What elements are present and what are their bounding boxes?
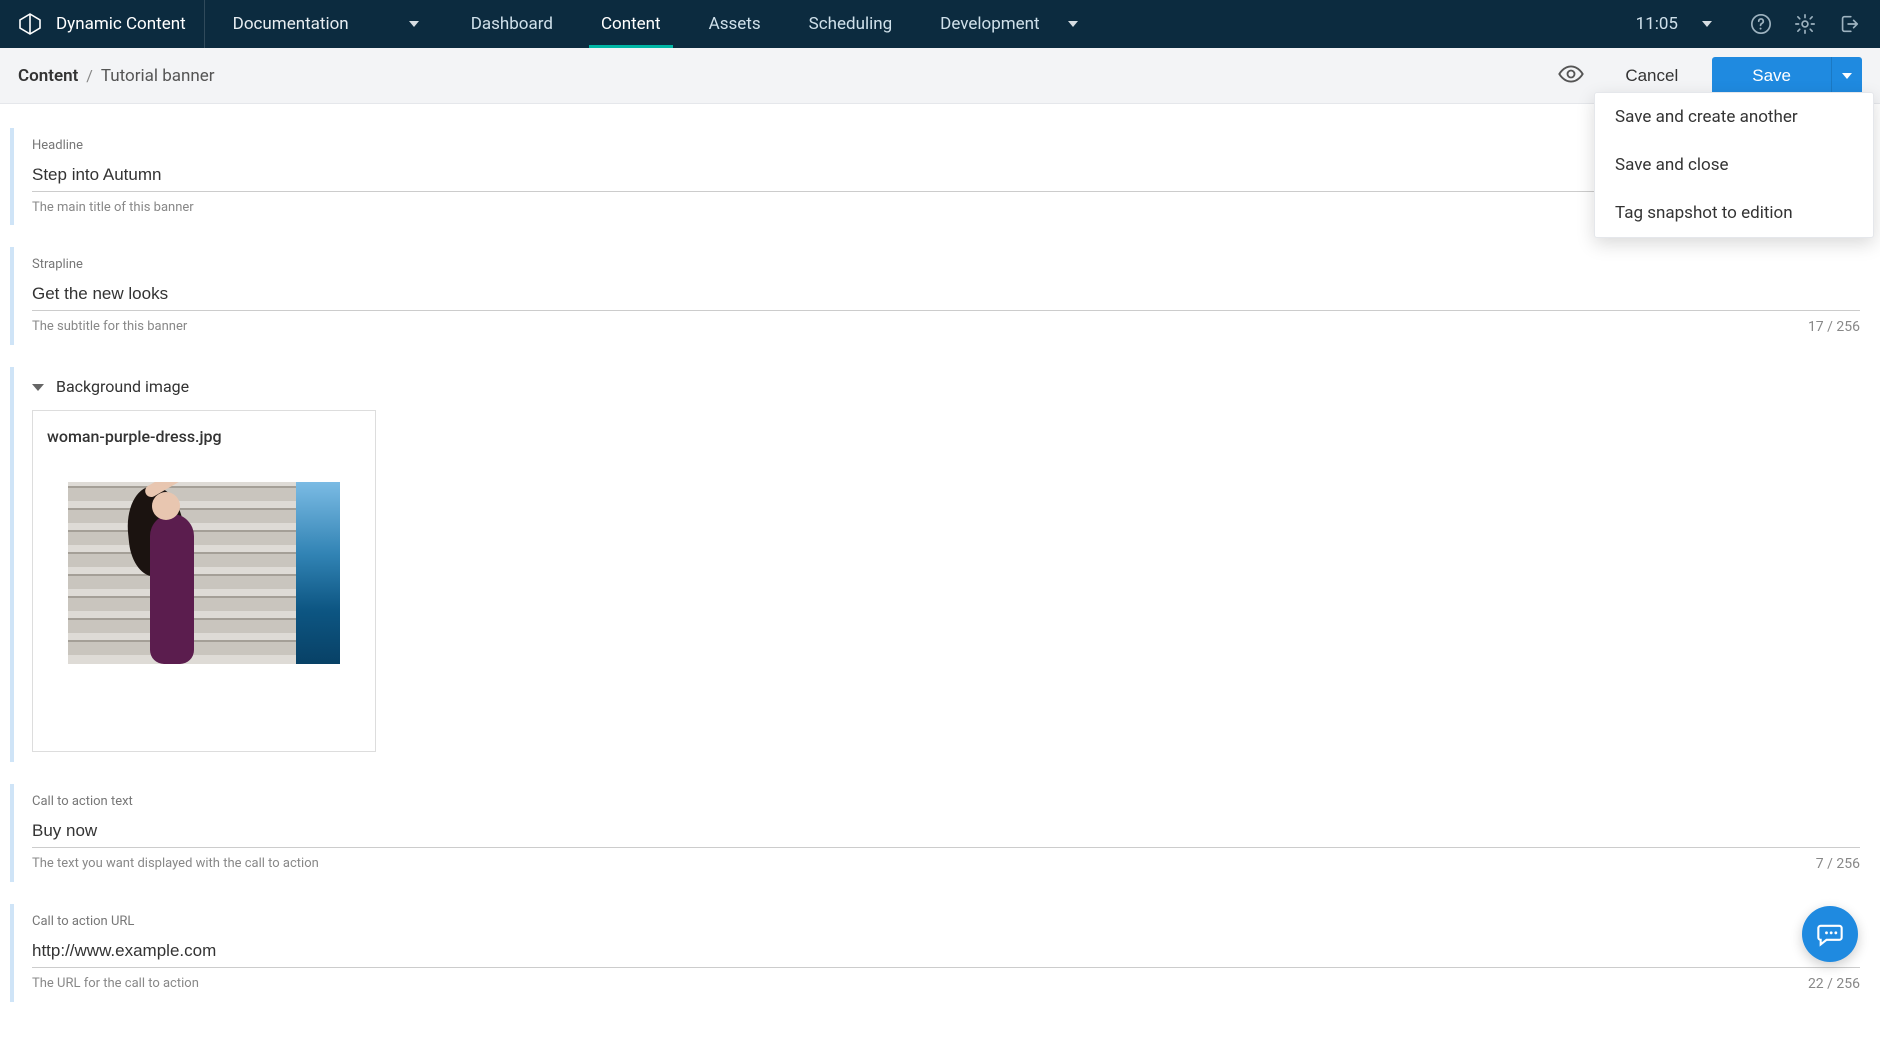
save-dropdown: Save and create another Save and close T…	[1594, 92, 1874, 238]
logout-icon[interactable]	[1838, 13, 1860, 35]
menu-tag-snapshot[interactable]: Tag snapshot to edition	[1595, 189, 1873, 237]
field-help: The text you want displayed with the cal…	[32, 856, 319, 872]
development-menu[interactable]: Development	[916, 14, 1101, 34]
chevron-down-icon	[1702, 21, 1712, 27]
brand[interactable]: Dynamic Content	[0, 0, 205, 48]
cancel-button[interactable]: Cancel	[1607, 58, 1696, 94]
field-help: The main title of this banner	[32, 200, 194, 215]
nav-content[interactable]: Content	[577, 0, 685, 48]
save-dropdown-toggle[interactable]	[1831, 57, 1862, 95]
field-label: Call to action text	[32, 794, 1860, 809]
brand-label: Dynamic Content	[56, 14, 186, 34]
image-filename: woman-purple-dress.jpg	[33, 411, 375, 462]
breadcrumb-separator: /	[86, 66, 93, 85]
save-button-group: Save	[1712, 57, 1862, 95]
section-label: Background image	[56, 377, 189, 396]
preview-icon[interactable]	[1557, 60, 1585, 92]
strapline-input[interactable]	[32, 278, 1860, 311]
chevron-down-icon	[32, 384, 44, 391]
topbar-icons	[1730, 13, 1880, 35]
documentation-label: Documentation	[233, 14, 349, 34]
brand-icon	[18, 12, 42, 36]
background-image-collapse[interactable]: Background image	[32, 377, 1860, 396]
menu-save-create-another[interactable]: Save and create another	[1595, 93, 1873, 141]
form-area: Headline The main title of this banner S…	[0, 104, 1880, 1048]
chevron-down-icon	[1842, 73, 1852, 79]
field-strapline: Strapline The subtitle for this banner 1…	[10, 247, 1872, 345]
nav-scheduling[interactable]: Scheduling	[785, 0, 917, 48]
documentation-menu[interactable]: Documentation	[205, 0, 447, 48]
save-button[interactable]: Save	[1712, 57, 1831, 95]
field-cta-text: Call to action text The text you want di…	[10, 784, 1872, 882]
headline-input[interactable]	[32, 159, 1860, 192]
cta-text-input[interactable]	[32, 815, 1860, 848]
field-label: Strapline	[32, 257, 1860, 272]
chat-widget[interactable]	[1802, 906, 1858, 962]
char-counter: 17 / 256	[1808, 319, 1860, 335]
image-card[interactable]: woman-purple-dress.jpg	[32, 410, 376, 752]
field-label: Headline	[32, 138, 1860, 153]
char-counter: 22 / 256	[1808, 976, 1860, 992]
gear-icon[interactable]	[1794, 13, 1816, 35]
main-nav: Dashboard Content Assets Scheduling	[447, 0, 916, 48]
menu-save-and-close[interactable]: Save and close	[1595, 141, 1873, 189]
field-background-image: Background image woman-purple-dress.jpg	[10, 367, 1872, 762]
char-counter: 7 / 256	[1816, 856, 1860, 872]
breadcrumb-leaf: Tutorial banner	[101, 66, 215, 86]
topbar: Dynamic Content Documentation Dashboard …	[0, 0, 1880, 48]
breadcrumb-root[interactable]: Content	[18, 66, 78, 86]
chevron-down-icon	[1068, 21, 1078, 27]
field-help: The subtitle for this banner	[32, 319, 187, 335]
clock-time: 11:05	[1636, 14, 1678, 34]
field-headline: Headline The main title of this banner	[10, 128, 1872, 225]
field-label: Call to action URL	[32, 914, 1860, 929]
development-label: Development	[940, 14, 1039, 34]
field-cta-url: Call to action URL The URL for the call …	[10, 904, 1872, 1002]
nav-assets[interactable]: Assets	[685, 0, 785, 48]
help-icon[interactable]	[1750, 13, 1772, 35]
chevron-down-icon	[409, 21, 419, 27]
field-help: The URL for the call to action	[32, 976, 199, 992]
image-thumbnail	[68, 482, 340, 664]
nav-dashboard[interactable]: Dashboard	[447, 0, 577, 48]
cta-url-input[interactable]	[32, 935, 1860, 968]
clock-menu[interactable]: 11:05	[1618, 14, 1730, 34]
